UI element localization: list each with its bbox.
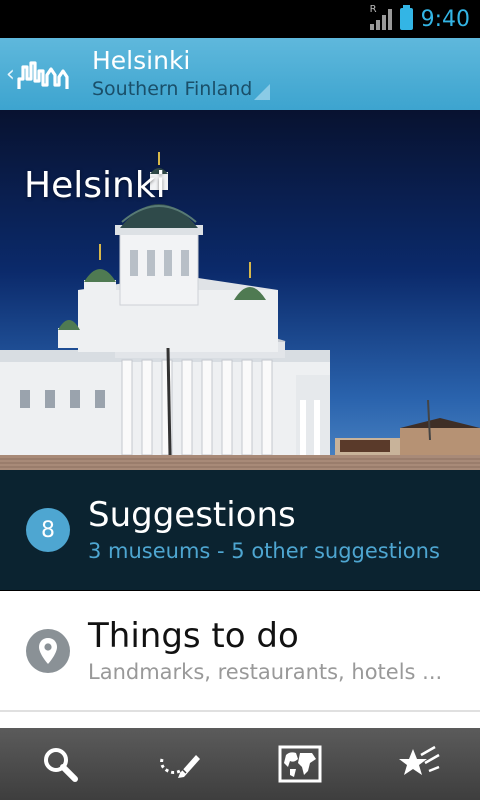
hero-image: Helsinki (0, 110, 480, 470)
suggestions-count-badge: 8 (26, 508, 70, 552)
map-button[interactable] (260, 734, 340, 794)
favorites-button[interactable] (380, 734, 460, 794)
things-to-do-subtitle: Landmarks, restaurants, hotels ... (88, 659, 443, 684)
back-chevron-icon: ‹ (6, 61, 15, 87)
roaming-indicator: R (369, 4, 377, 15)
app-logo-icon (17, 61, 69, 89)
search-button[interactable] (20, 734, 100, 794)
route-draw-button[interactable] (140, 734, 220, 794)
favorites-icon (399, 745, 440, 775)
suggestions-title: Suggestions (88, 495, 296, 535)
page-title: Helsinki (92, 46, 191, 75)
draw-route-icon (160, 755, 200, 778)
bottom-bar (0, 728, 480, 800)
location-pin-icon (26, 628, 70, 673)
up-navigation-button[interactable]: ‹ (0, 38, 88, 110)
battery-icon (399, 5, 413, 30)
things-to-do-row[interactable]: Things to do Landmarks, restaurants, hot… (0, 591, 480, 712)
region-label: Southern Finland (92, 78, 253, 100)
spinner-triangle-icon (254, 84, 271, 100)
things-to-do-title: Things to do (88, 615, 299, 656)
region-spinner[interactable]: Southern Finland (92, 76, 271, 102)
cathedral-illustration (0, 152, 480, 470)
status-bar: R 9:40 (0, 0, 480, 38)
signal-icon: R (369, 4, 392, 30)
search-icon (44, 748, 78, 782)
hero-title: Helsinki (24, 165, 166, 206)
action-bar: ‹ Helsinki Southern Finland (0, 38, 480, 110)
status-time: 9:40 (420, 6, 470, 32)
suggestions-row[interactable]: 8 Suggestions 3 museums - 5 other sugges… (0, 470, 480, 590)
map-icon (278, 745, 322, 783)
suggestions-subtitle: 3 museums - 5 other suggestions (88, 539, 440, 563)
list-spacer (0, 712, 480, 728)
